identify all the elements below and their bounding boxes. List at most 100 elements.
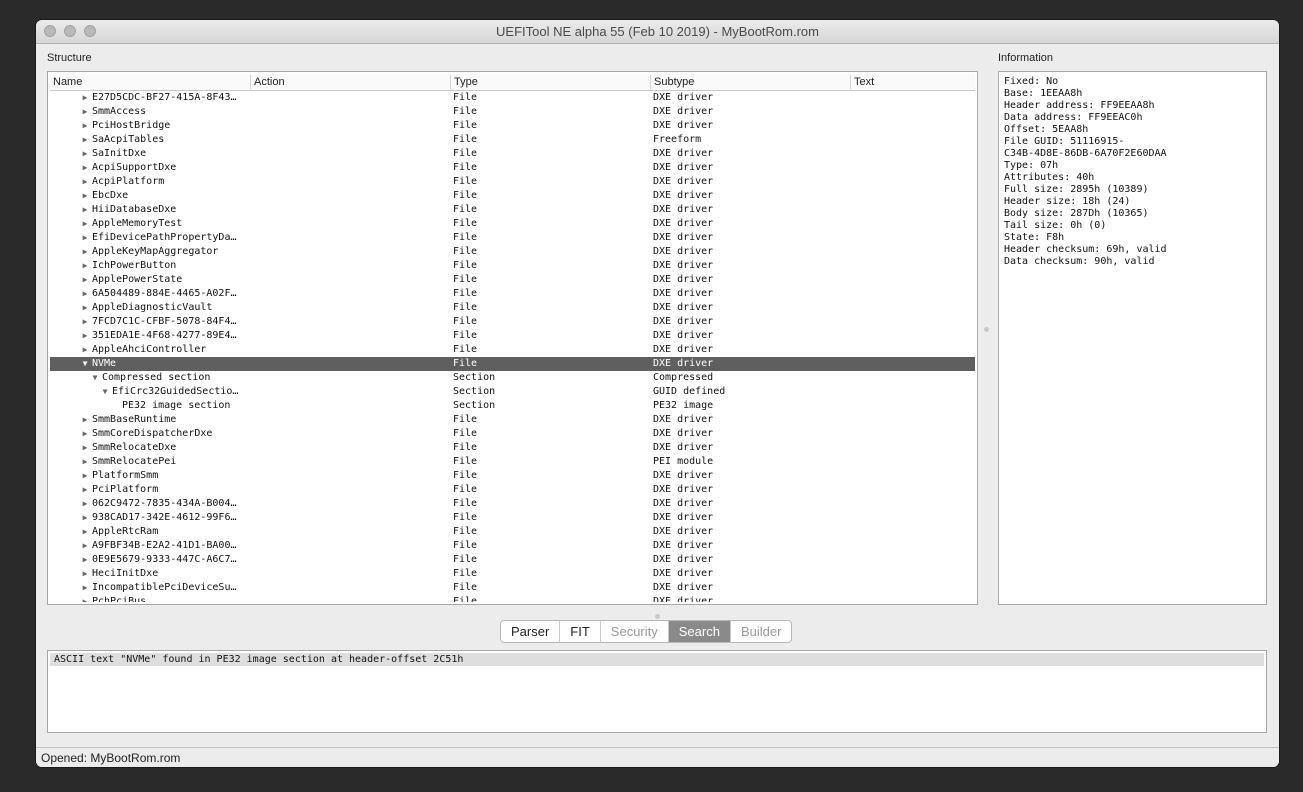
row-name: 938CAD17-342E-4612-99F6…	[92, 512, 237, 523]
tree-row[interactable]: ▶ ApplePowerState File DXE driver	[50, 273, 975, 287]
expand-arrow-icon[interactable]: ▶	[80, 343, 90, 357]
row-name: 062C9472-7835-434A-B004…	[92, 498, 237, 509]
tree-row[interactable]: ▶ 7FCD7C1C-CFBF-5078-84F4… File DXE driver	[50, 315, 975, 329]
expand-arrow-icon[interactable]: ▶	[80, 329, 90, 343]
tree-row[interactable]: ▶ 062C9472-7835-434A-B004… File DXE driver	[50, 497, 975, 511]
tree-row[interactable]: ▶ SaInitDxe File DXE driver	[50, 147, 975, 161]
expand-arrow-icon[interactable]: ▶	[80, 203, 90, 217]
expand-arrow-icon[interactable]: ▶	[80, 217, 90, 231]
row-type: File	[453, 106, 478, 117]
tree-row[interactable]: ▶ EfiDevicePathPropertyDa… File DXE driver	[50, 231, 975, 245]
row-name: SmmAccess	[92, 106, 147, 117]
tab-search[interactable]: Search	[668, 621, 731, 642]
tab-security[interactable]: Security	[601, 621, 669, 642]
expand-arrow-icon[interactable]: ▶	[80, 511, 90, 525]
information-label: Information	[998, 52, 1054, 64]
expand-arrow-icon[interactable]: ▶	[80, 497, 90, 511]
vertical-splitter-handle[interactable]	[984, 327, 989, 332]
tree-row[interactable]: ▶ AppleMemoryTest File DXE driver	[50, 217, 975, 231]
tree-row[interactable]: ▶ 351EDA1E-4F68-4277-89E4… File DXE driver	[50, 329, 975, 343]
collapse-arrow-icon[interactable]: ▼	[90, 371, 100, 385]
tree-row[interactable]: ▶ SmmCoreDispatcherDxe File DXE driver	[50, 427, 975, 441]
expand-arrow-icon[interactable]: ▶	[80, 595, 90, 602]
tree-row[interactable]: ▶ AppleRtcRam File DXE driver	[50, 525, 975, 539]
tree-row[interactable]: ▼ Compressed section Section Compressed	[50, 371, 975, 385]
expand-arrow-icon[interactable]: ▶	[80, 525, 90, 539]
expand-arrow-icon[interactable]: ▶	[80, 273, 90, 287]
tree-row[interactable]: ▶ 6A504489-884E-4465-A02F… File DXE driver	[50, 287, 975, 301]
tree-row[interactable]: ▶ PciHostBridge File DXE driver	[50, 119, 975, 133]
expand-arrow-icon[interactable]: ▶	[80, 539, 90, 553]
tree-row[interactable]: ▶ A9FBF34B-E2A2-41D1-BA00… File DXE driver	[50, 539, 975, 553]
search-result-message[interactable]: ASCII text "NVMe" found in PE32 image se…	[50, 653, 1264, 666]
tree-row[interactable]: ▶ AppleKeyMapAggregator File DXE driver	[50, 245, 975, 259]
row-subtype: DXE driver	[653, 120, 714, 131]
row-name: AcpiSupportDxe	[92, 162, 177, 173]
expand-arrow-icon[interactable]: ▶	[80, 455, 90, 469]
column-name[interactable]: Name	[50, 75, 251, 89]
expand-arrow-icon[interactable]: ▶	[80, 189, 90, 203]
tree-row[interactable]: ▶ AcpiPlatform File DXE driver	[50, 175, 975, 189]
tree-row[interactable]: ▶ IncompatiblePciDeviceSu… File DXE driver	[50, 581, 975, 595]
tab-parser[interactable]: Parser	[501, 621, 561, 642]
tab-builder[interactable]: Builder	[731, 621, 791, 642]
tree-row[interactable]: ▶ HiiDatabaseDxe File DXE driver	[50, 203, 975, 217]
tree-row[interactable]: PE32 image section Section PE32 image	[50, 399, 975, 413]
structure-tree[interactable]: Name Action Type Subtype Text ▶ E27D5CDC-…	[47, 71, 978, 605]
expand-arrow-icon[interactable]: ▶	[80, 105, 90, 119]
tree-row[interactable]: ▶ AppleAhciController File DXE driver	[50, 343, 975, 357]
tree-row[interactable]: ▶ E27D5CDC-BF27-415A-8F43… File DXE driver	[50, 91, 975, 105]
row-subtype: DXE driver	[653, 344, 714, 355]
tree-row[interactable]: ▶ EbcDxe File DXE driver	[50, 189, 975, 203]
tree-row[interactable]: ▶ SmmAccess File DXE driver	[50, 105, 975, 119]
expand-arrow-icon[interactable]: ▶	[80, 469, 90, 483]
expand-arrow-icon[interactable]: ▶	[80, 91, 90, 105]
collapse-arrow-icon[interactable]: ▼	[100, 385, 110, 399]
tree-row[interactable]: ▶ AcpiSupportDxe File DXE driver	[50, 161, 975, 175]
column-action[interactable]: Action	[251, 75, 451, 89]
expand-arrow-icon[interactable]: ▶	[80, 133, 90, 147]
expand-arrow-icon[interactable]: ▶	[80, 161, 90, 175]
row-subtype: DXE driver	[653, 330, 714, 341]
expand-arrow-icon[interactable]: ▶	[80, 581, 90, 595]
messages-panel[interactable]: ASCII text "NVMe" found in PE32 image se…	[47, 650, 1267, 733]
tree-row[interactable]: ▶ HeciInitDxe File DXE driver	[50, 567, 975, 581]
tree-row[interactable]: ▶ SmmRelocateDxe File DXE driver	[50, 441, 975, 455]
tree-row[interactable]: ▶ 938CAD17-342E-4612-99F6… File DXE driver	[50, 511, 975, 525]
tree-row[interactable]: ▶ 0E9E5679-9333-447C-A6C7… File DXE driver	[50, 553, 975, 567]
tree-row[interactable]: ▼ EfiCrc32GuidedSectio… Section GUID define…	[50, 385, 975, 399]
expand-arrow-icon[interactable]: ▶	[80, 483, 90, 497]
expand-arrow-icon[interactable]: ▶	[80, 427, 90, 441]
expand-arrow-icon[interactable]: ▶	[80, 301, 90, 315]
expand-arrow-icon[interactable]: ▶	[80, 147, 90, 161]
horizontal-splitter-handle[interactable]	[655, 614, 660, 619]
row-type: File	[453, 428, 478, 439]
expand-arrow-icon[interactable]: ▶	[80, 259, 90, 273]
expand-arrow-icon[interactable]: ▶	[80, 315, 90, 329]
expand-arrow-icon[interactable]: ▶	[80, 231, 90, 245]
tree-row[interactable]: ▶ AppleDiagnosticVault File DXE driver	[50, 301, 975, 315]
tree-row[interactable]: ▶ SmmRelocatePei File PEI module	[50, 455, 975, 469]
row-type: File	[453, 260, 478, 271]
expand-arrow-icon[interactable]: ▶	[80, 567, 90, 581]
tree-row[interactable]: ▶ SmmBaseRuntime File DXE driver	[50, 413, 975, 427]
expand-arrow-icon[interactable]: ▶	[80, 287, 90, 301]
column-text[interactable]: Text	[851, 75, 975, 89]
tree-row[interactable]: ▶ PlatformSmm File DXE driver	[50, 469, 975, 483]
row-subtype: DXE driver	[653, 596, 714, 602]
expand-arrow-icon[interactable]: ▶	[80, 119, 90, 133]
expand-arrow-icon[interactable]: ▶	[80, 553, 90, 567]
expand-arrow-icon[interactable]: ▶	[80, 175, 90, 189]
tab-fit[interactable]: FIT	[560, 621, 601, 642]
tree-row[interactable]: ▶ PchPciBus File DXE driver	[50, 595, 975, 602]
expand-arrow-icon[interactable]: ▶	[80, 441, 90, 455]
column-type[interactable]: Type	[451, 75, 651, 89]
tree-row[interactable]: ▶ PciPlatform File DXE driver	[50, 483, 975, 497]
expand-arrow-icon[interactable]: ▶	[80, 245, 90, 259]
column-subtype[interactable]: Subtype	[651, 75, 851, 89]
expand-arrow-icon[interactable]: ▶	[80, 413, 90, 427]
tree-row[interactable]: ▶ IchPowerButton File DXE driver	[50, 259, 975, 273]
tree-row[interactable]: ▶ SaAcpiTables File Freeform	[50, 133, 975, 147]
collapse-arrow-icon[interactable]: ▼	[80, 357, 90, 371]
tree-row[interactable]: ▼ NVMe File DXE driver	[50, 357, 975, 371]
